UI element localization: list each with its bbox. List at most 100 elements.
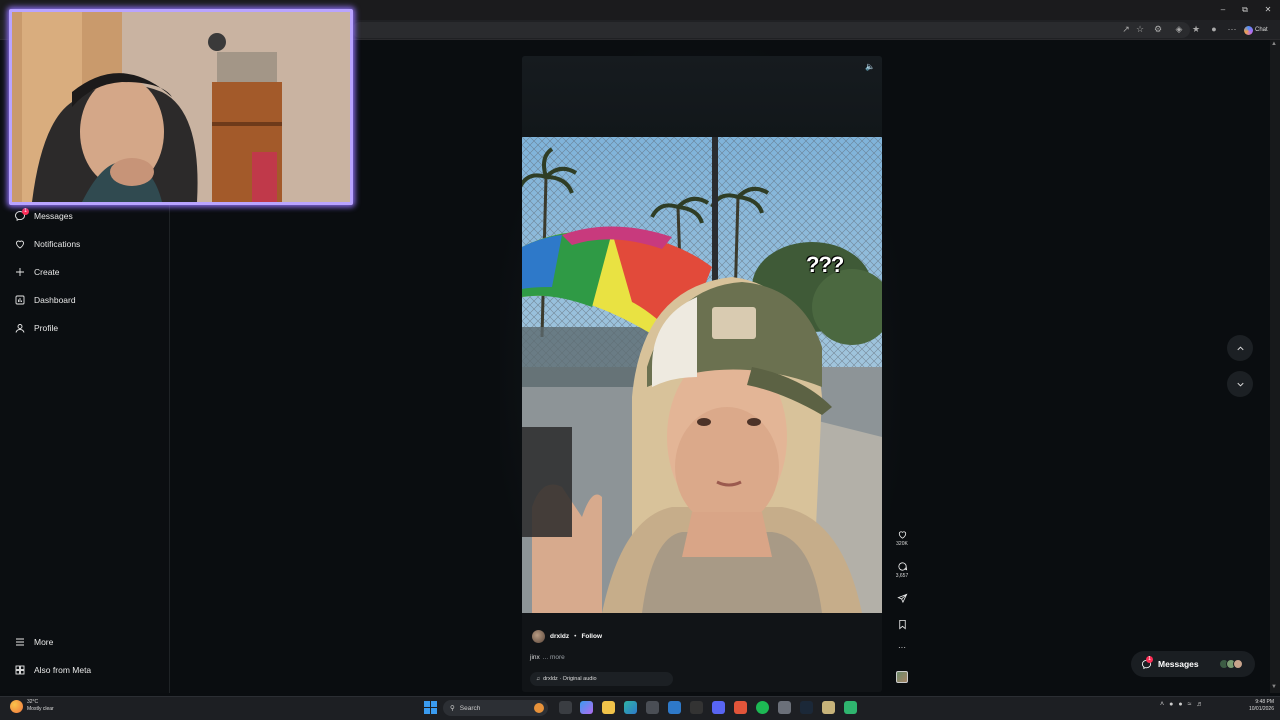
sidebar-item-notifications[interactable]: Notifications [13,236,80,252]
sidebar-item-label: Profile [34,323,59,333]
brave-icon[interactable] [734,701,747,714]
messages-pill-label: Messages [1158,659,1199,669]
favorites-icon[interactable]: ★ [1190,23,1202,35]
sidebar-item-profile[interactable]: Profile [13,320,58,336]
start-button[interactable] [424,701,437,714]
sidebar-item-label: Notifications [34,239,81,249]
send-icon [896,593,907,604]
sidebar-item-label: Messages [34,211,73,221]
settings-icon[interactable] [778,701,791,714]
share-button[interactable] [895,593,909,604]
star-icon[interactable]: ☆ [1134,23,1146,35]
chevron-down-icon [1236,382,1244,387]
reel-player[interactable]: 🔈 ??? drxldz • Follow jinx ... more ♫ dr… [522,56,882,692]
comment-icon [897,562,907,571]
copilot-chat-button[interactable]: Chat [1244,23,1268,37]
search-icon: ⚲ [450,705,455,712]
audio-thumbnail[interactable] [896,671,908,683]
search-placeholder: Search [459,704,481,712]
sidebar-item-dashboard[interactable]: Dashboard [13,292,76,308]
taskbar-search[interactable]: ⚲ Search [443,700,548,716]
edge-browser-icon[interactable] [624,701,637,714]
caption-more-link[interactable]: ... more [543,654,565,661]
author-username[interactable]: drxldz [550,633,569,640]
weather-icon [10,699,23,713]
weather-text: 32°C Mostly clear [27,699,54,713]
sidebar-item-create[interactable]: Create [13,264,60,280]
save-button[interactable] [895,619,909,630]
heart-icon [898,531,906,539]
mail-icon[interactable] [668,701,681,714]
chevron-up-icon[interactable]: ˄ [1160,701,1164,708]
discord-icon[interactable] [712,701,725,714]
scroll-down-icon[interactable]: ▼ [1271,684,1277,690]
hamburger-icon [13,636,26,649]
sidebar-item-label: More [34,637,54,647]
wifi-icon[interactable]: ≈ [1188,701,1192,708]
like-button[interactable]: 320K [895,529,909,547]
address-bar[interactable] [352,22,1190,38]
audio-label: drxldz · Original audio [543,676,597,682]
windows-taskbar [0,696,1280,720]
comment-button[interactable]: 3,657 [895,561,909,579]
sidebar-item-label: Create [34,267,60,277]
menu-dots-icon[interactable]: ⋯ [1226,23,1238,35]
webcam-overlay [9,9,353,205]
profile-avatar-icon [13,322,26,335]
chevron-up-icon [1236,345,1244,350]
sidebar-item-more[interactable]: More [13,634,53,650]
separator-dot: • [574,633,577,640]
reel-caption: jinx... more [530,654,565,661]
restore-icon[interactable]: ⧉ [1238,4,1252,16]
minimize-icon[interactable]: – [1216,4,1230,16]
bookmark-icon [898,619,906,630]
extensions-puzzle-icon[interactable]: ◈ [1173,23,1185,35]
more-options-icon[interactable]: ··· [895,643,909,652]
author-avatar[interactable] [532,630,545,643]
notification-badge: 1 [1146,656,1153,663]
recent-chat-avatars [1218,659,1243,669]
steam-icon[interactable] [800,701,813,714]
file-explorer-icon[interactable] [602,701,615,714]
clock-time: 9:48 PM [1255,699,1274,705]
network-icon[interactable]: ● [1169,701,1173,708]
system-tray[interactable]: ˄ ● ● ≈ ♬ [1160,701,1203,708]
sidebar-item-also-from-meta[interactable]: Also from Meta [13,662,91,678]
extension-icon[interactable]: ⚙ [1152,23,1164,35]
microphone-icon[interactable]: ● [1178,701,1182,708]
caption-text: jinx [530,654,540,661]
video-text-overlay: ??? [806,252,844,277]
spotify-icon[interactable] [756,701,769,714]
volume-icon[interactable]: ♬ [1196,701,1203,708]
profile-icon[interactable]: ● [1208,23,1220,35]
taskbar-clock[interactable]: 9:48 PM 10/01/2026 [1236,699,1274,713]
obs-icon[interactable] [844,701,857,714]
reel-author-row: drxldz • Follow [532,630,602,643]
reel-letterbox [522,56,882,136]
copilot-app-icon[interactable] [580,701,593,714]
weather-description: Mostly clear [27,706,54,712]
page-scrollbar[interactable] [1270,40,1280,693]
next-reel-button[interactable] [1227,371,1253,397]
share-icon[interactable]: ↗ [1120,23,1132,35]
search-highlight-icon [534,703,544,713]
scroll-up-icon[interactable]: ▲ [1271,41,1277,47]
messages-pill-button[interactable]: Messages [1131,651,1255,677]
weather-temp: 32°C [27,699,39,705]
close-window-icon[interactable]: ✕ [1261,4,1275,16]
previous-reel-button[interactable] [1227,335,1253,361]
notification-badge: 1 [22,208,29,215]
app-icon[interactable] [690,701,703,714]
app-icon[interactable] [822,701,835,714]
like-count: 320K [896,541,908,547]
follow-button[interactable]: Follow [581,633,602,640]
volume-icon[interactable]: 🔈 [865,62,877,74]
reel-audio-link[interactable]: ♫ drxldz · Original audio [530,672,673,686]
task-view-icon[interactable] [559,701,572,714]
chart-icon [13,294,26,307]
weather-widget[interactable]: 32°C Mostly clear [10,699,54,713]
avatar [1232,659,1243,669]
sidebar-item-label: Also from Meta [34,665,92,675]
store-icon[interactable] [646,701,659,714]
reel-video[interactable] [522,137,882,613]
